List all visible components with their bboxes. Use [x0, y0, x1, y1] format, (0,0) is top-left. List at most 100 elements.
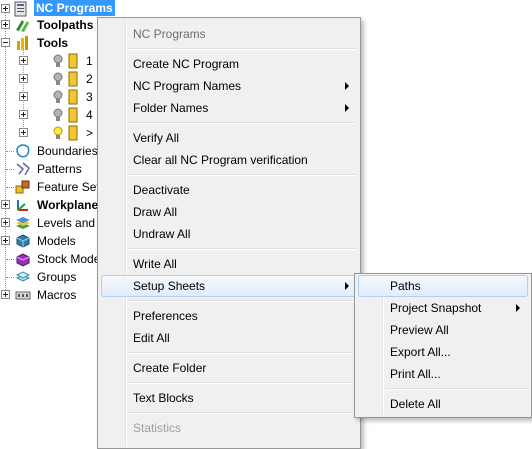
menu-item-draw-all[interactable]: Draw All [101, 201, 357, 223]
menu-item-label: Draw All [133, 205, 178, 219]
tree-item-label: Levels and S [37, 216, 107, 230]
menu-item-create-nc-program[interactable]: Create NC Program [101, 53, 357, 75]
toolpaths-icon [15, 17, 31, 33]
menu-separator [128, 352, 357, 354]
submenu-item-paths[interactable]: Paths [358, 275, 528, 297]
tree-item-label: Groups [37, 270, 77, 284]
menu-separator [128, 174, 357, 176]
menu-item-label: Export All... [390, 345, 451, 359]
macros-icon [15, 287, 31, 303]
menu-item-nc-program-names[interactable]: NC Program Names [101, 75, 357, 97]
tree-item-label: Toolpaths [37, 18, 94, 32]
menu-separator [385, 388, 528, 390]
setup-sheets-submenu: Paths Project Snapshot Preview All Expor… [354, 273, 532, 418]
menu-separator [128, 300, 357, 302]
expand-toggle[interactable] [1, 200, 10, 209]
stock-model-icon [15, 251, 31, 267]
nc-programs-context-menu: NC Programs Create NC Program NC Program… [97, 17, 361, 449]
menu-item-label: Undraw All [133, 227, 191, 241]
menu-item-label: Project Snapshot [390, 301, 482, 315]
menu-item-statistics[interactable]: Statistics [101, 417, 357, 439]
tool-active-icon [65, 125, 81, 141]
menu-separator [128, 48, 357, 50]
levels-icon [15, 215, 31, 231]
tree-item-label: Patterns [37, 162, 82, 176]
menu-header: NC Programs [101, 23, 357, 45]
tree-connector [5, 12, 6, 298]
submenu-item-preview-all[interactable]: Preview All [358, 319, 528, 341]
submenu-item-print-all[interactable]: Print All... [358, 363, 528, 385]
tool-icon [65, 107, 81, 123]
lightbulb-off-icon [50, 71, 66, 87]
nc-programs-icon [13, 1, 29, 17]
lightbulb-on-icon [50, 125, 66, 141]
tree-connector [6, 169, 14, 170]
workplanes-icon [15, 197, 31, 213]
expand-toggle[interactable] [1, 218, 10, 227]
tree-item-label: 2 [86, 72, 93, 86]
menu-item-label: Statistics [133, 421, 182, 435]
menu-item-label: Paths [390, 279, 421, 293]
tree-item-label: Boundaries [37, 144, 98, 158]
models-icon [15, 233, 31, 249]
menu-separator [128, 248, 357, 250]
menu-item-label: Setup Sheets [133, 279, 206, 293]
menu-item-undraw-all[interactable]: Undraw All [101, 223, 357, 245]
expand-toggle[interactable] [19, 56, 28, 65]
collapse-toggle[interactable] [1, 38, 10, 47]
expand-toggle[interactable] [1, 290, 10, 299]
submenu-arrow-icon [516, 304, 520, 312]
tree-item-label: 1 [86, 54, 93, 68]
menu-item-write-all[interactable]: Write All [101, 253, 357, 275]
menu-item-label: Preferences [133, 309, 198, 323]
expand-toggle[interactable] [19, 110, 28, 119]
submenu-item-export-all[interactable]: Export All... [358, 341, 528, 363]
tree-item-label: > [86, 126, 94, 140]
lightbulb-off-icon [50, 53, 66, 69]
menu-separator [128, 122, 357, 124]
submenu-item-project-snapshot[interactable]: Project Snapshot [358, 297, 528, 319]
menu-item-label: Preview All [390, 323, 449, 337]
expand-toggle[interactable] [19, 92, 28, 101]
expand-toggle[interactable] [19, 74, 28, 83]
tool-icon [65, 71, 81, 87]
menu-item-label: Delete All [390, 397, 441, 411]
boundaries-icon [15, 143, 31, 159]
submenu-item-delete-all[interactable]: Delete All [358, 393, 528, 415]
menu-separator [128, 412, 357, 414]
feature-sets-icon [15, 179, 31, 195]
menu-item-label: Verify All [133, 131, 180, 145]
menu-item-text-blocks[interactable]: Text Blocks [101, 387, 357, 409]
groups-icon [15, 269, 31, 285]
tree-connector [6, 151, 14, 152]
tools-icon [15, 35, 31, 51]
menu-item-label: NC Program Names [133, 79, 242, 93]
menu-item-verify-all[interactable]: Verify All [101, 127, 357, 149]
menu-item-folder-names[interactable]: Folder Names [101, 97, 357, 119]
menu-item-deactivate[interactable]: Deactivate [101, 179, 357, 201]
expand-toggle[interactable] [1, 4, 10, 13]
patterns-icon [15, 161, 31, 177]
menu-item-label: Folder Names [133, 101, 209, 115]
tree-item-label: Tools [37, 36, 69, 50]
menu-item-label: Deactivate [133, 183, 190, 197]
tree-item-label: NC Programs [34, 0, 115, 16]
expand-toggle[interactable] [1, 20, 10, 29]
tree-item-label: 3 [86, 90, 93, 104]
menu-item-setup-sheets[interactable]: Setup Sheets [101, 275, 357, 297]
lightbulb-off-icon [50, 107, 66, 123]
tool-icon [65, 53, 81, 69]
menu-separator [128, 382, 357, 384]
submenu-arrow-icon [345, 104, 349, 112]
menu-item-preferences[interactable]: Preferences [101, 305, 357, 327]
menu-item-label: Print All... [390, 367, 441, 381]
menu-item-clear-verification[interactable]: Clear all NC Program verification [101, 149, 357, 171]
expand-toggle[interactable] [1, 236, 10, 245]
menu-item-create-folder[interactable]: Create Folder [101, 357, 357, 379]
expand-toggle[interactable] [19, 128, 28, 137]
lightbulb-off-icon [50, 89, 66, 105]
menu-header-label: NC Programs [133, 27, 206, 41]
menu-item-edit-all[interactable]: Edit All [101, 327, 357, 349]
menu-item-label: Create Folder [133, 361, 207, 375]
tree-connector [6, 277, 14, 278]
